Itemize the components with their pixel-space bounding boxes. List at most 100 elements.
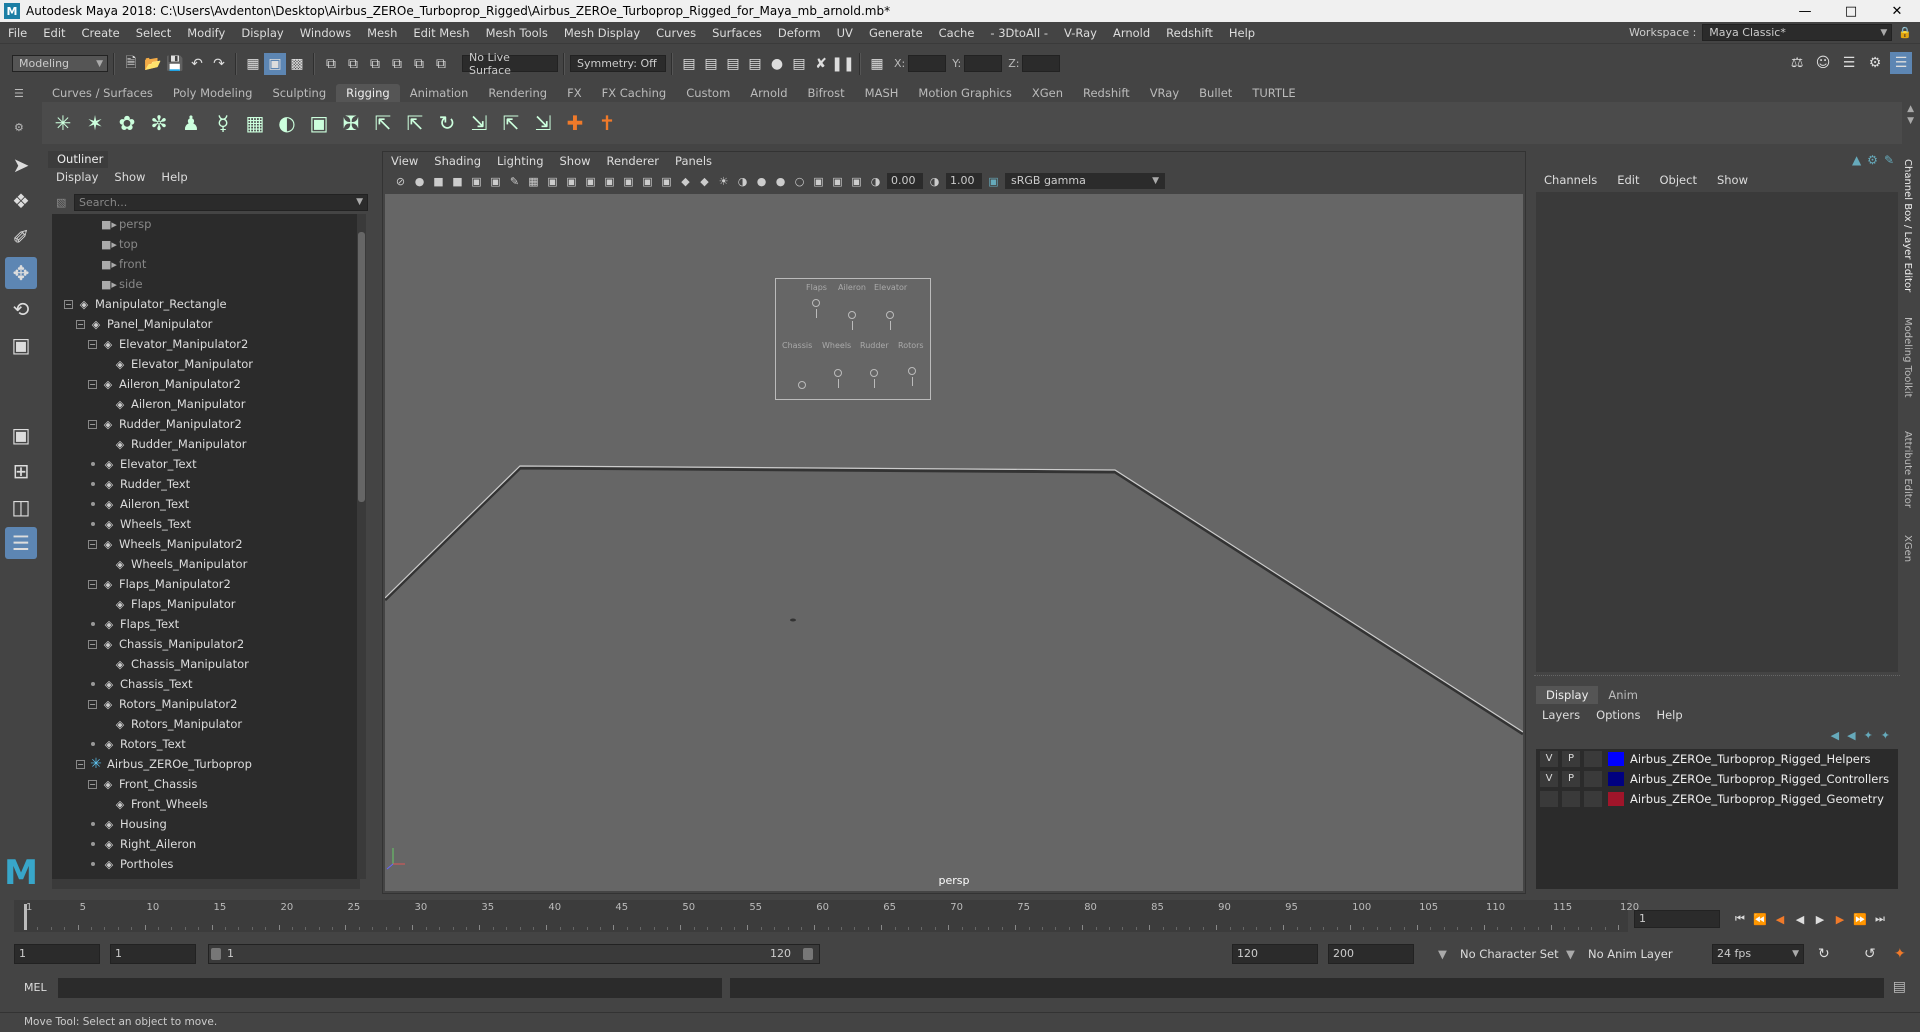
snap-grid-icon[interactable]: ⧉ bbox=[320, 53, 342, 75]
range-start-handle[interactable] bbox=[211, 948, 221, 960]
quick-rig-icon[interactable]: ♟ bbox=[178, 108, 204, 138]
side-tab-modeling-toolkit[interactable]: Modeling Toolkit bbox=[1902, 317, 1913, 398]
menuset-dropdown[interactable]: Modeling ▼ bbox=[12, 55, 108, 72]
shelf-settings-icon[interactable]: ⚙ bbox=[14, 121, 24, 134]
snap-curve-icon[interactable]: ⧉ bbox=[342, 53, 364, 75]
playback-start-field[interactable]: 1 bbox=[110, 944, 196, 964]
loop-icon[interactable]: ↻ bbox=[1818, 944, 1830, 964]
layer-menu-options[interactable]: Options bbox=[1588, 706, 1648, 724]
outliner-node[interactable]: ◈ Flaps_Manipulator bbox=[52, 594, 360, 614]
chevron-down-icon[interactable]: ▼ bbox=[356, 195, 363, 210]
paint-select-icon[interactable]: ✐ bbox=[5, 221, 37, 253]
lasso-tool-icon[interactable]: ❖ bbox=[5, 185, 37, 217]
maximize-button[interactable]: □ bbox=[1828, 0, 1874, 22]
outliner-node[interactable]: − ◈ Panel_Manipulator bbox=[52, 314, 360, 334]
viewport-menu-renderer[interactable]: Renderer bbox=[599, 152, 668, 170]
camera-attributes-icon[interactable]: ● bbox=[412, 174, 427, 189]
outliner-node[interactable]: ◈ Flaps_Text bbox=[52, 614, 360, 634]
outliner-node[interactable]: ◈ Right_Aileron bbox=[52, 834, 360, 854]
orient-constraint-icon[interactable]: ↻ bbox=[434, 108, 460, 138]
collapse-toggle-icon[interactable]: − bbox=[88, 379, 97, 389]
outliner-node[interactable]: ◈ Rotors_Text bbox=[52, 734, 360, 754]
manipulator-panel[interactable]: Flaps Aileron Elevator Chassis Wheels Ru… bbox=[775, 278, 931, 400]
aim-constraint-icon[interactable]: ⇱ bbox=[402, 108, 428, 138]
x-coordinate[interactable]: X: bbox=[894, 55, 947, 72]
select-component-icon[interactable]: ▩ bbox=[286, 53, 308, 75]
snap-surface-icon[interactable]: ⧉ bbox=[408, 53, 430, 75]
render-view-icon[interactable]: ▤ bbox=[678, 53, 700, 75]
shelf-tab-redshift[interactable]: Redshift bbox=[1073, 84, 1140, 102]
menu-curves[interactable]: Curves bbox=[648, 26, 704, 40]
shelf-tab-fx-caching[interactable]: FX Caching bbox=[592, 84, 677, 102]
side-tab-attribute-editor[interactable]: Attribute Editor bbox=[1902, 431, 1913, 508]
menu-mesh[interactable]: Mesh bbox=[359, 26, 405, 40]
shelf-tab-bullet[interactable]: Bullet bbox=[1189, 84, 1242, 102]
elevator-control-knob[interactable] bbox=[886, 311, 894, 319]
image-plane-icon[interactable]: ▣ bbox=[469, 174, 484, 189]
z-field[interactable] bbox=[1022, 55, 1061, 72]
fps-dropdown[interactable]: 24 fps ▼ bbox=[1712, 944, 1804, 964]
move-layer-up-icon[interactable]: ◀ bbox=[1831, 729, 1839, 742]
outliner-node[interactable]: ◈ Rudder_Text bbox=[52, 474, 360, 494]
layer-playback-toggle[interactable] bbox=[1562, 791, 1580, 807]
grid-icon[interactable]: ▦ bbox=[526, 174, 541, 189]
menu-windows[interactable]: Windows bbox=[292, 26, 359, 40]
layer-visibility-toggle[interactable]: V bbox=[1540, 771, 1558, 787]
outliner-node[interactable]: ◈ Front_Wheels bbox=[52, 794, 360, 814]
outliner-node[interactable]: − ◈ Wheels_Manipulator2 bbox=[52, 534, 360, 554]
menu-create[interactable]: Create bbox=[74, 26, 128, 40]
step-back-frame-icon[interactable]: ◀ bbox=[1770, 910, 1790, 928]
z-coordinate[interactable]: Z: bbox=[1008, 55, 1061, 72]
shelf-tab-custom[interactable]: Custom bbox=[676, 84, 740, 102]
outliner-horizontal-scrollbar[interactable] bbox=[52, 879, 360, 889]
outliner-node[interactable]: − ◈ Flaps_Manipulator2 bbox=[52, 574, 360, 594]
motion-blur-icon[interactable]: ● bbox=[773, 174, 788, 189]
channel-box-settings-icon[interactable]: ⚙ bbox=[1867, 153, 1878, 167]
outliner-node[interactable]: − ◈ Front_Chassis bbox=[52, 774, 360, 794]
viewport-menu-shading[interactable]: Shading bbox=[426, 152, 489, 170]
save-scene-icon[interactable]: 💾 bbox=[164, 53, 186, 75]
panel-splitter[interactable] bbox=[1534, 675, 1900, 681]
collapse-toggle-icon[interactable]: − bbox=[88, 339, 97, 349]
chevron-down-icon[interactable]: ▼ bbox=[1566, 944, 1575, 964]
render-settings-icon[interactable]: ▤ bbox=[744, 53, 766, 75]
gamma-icon[interactable]: ◑ bbox=[927, 174, 942, 189]
flaps-control-knob[interactable] bbox=[812, 299, 820, 307]
close-button[interactable]: ✕ bbox=[1874, 0, 1920, 22]
layer-playback-toggle[interactable]: P bbox=[1562, 751, 1580, 767]
snap-point-icon[interactable]: ⧉ bbox=[364, 53, 386, 75]
outliner-menu-display[interactable]: Display bbox=[48, 168, 106, 186]
shelf-scroll-arrows-icon[interactable]: ▲ ▼ bbox=[1907, 103, 1914, 127]
humanik-icon[interactable]: ☿ bbox=[210, 108, 236, 138]
exposure-field[interactable]: 0.00 bbox=[887, 173, 923, 189]
collapse-toggle-icon[interactable]: − bbox=[88, 699, 97, 709]
redo-icon[interactable]: ↷ bbox=[208, 53, 230, 75]
menu-edit[interactable]: Edit bbox=[35, 26, 73, 40]
move-layer-down-icon[interactable]: ◀ bbox=[1847, 729, 1855, 742]
channel-box-edit-icon[interactable]: ✎ bbox=[1884, 153, 1894, 167]
shelf-tab-sculpting[interactable]: Sculpting bbox=[262, 84, 336, 102]
custom-tool-icon[interactable]: ✝ bbox=[594, 108, 620, 138]
collapse-toggle-icon[interactable]: − bbox=[88, 779, 97, 789]
ipr-render-icon[interactable]: ▤ bbox=[722, 53, 744, 75]
outliner-node[interactable]: ◈ Wheels_Text bbox=[52, 514, 360, 534]
menu-cache[interactable]: Cache bbox=[931, 26, 983, 40]
outliner-node[interactable]: ◈ Elevator_Manipulator bbox=[52, 354, 360, 374]
time-slider[interactable]: 1 5 10 15 20 25 30 35 40 45 50 55 60 65 70 75 80 85 90 95 10… bbox=[14, 900, 1639, 932]
outliner-menu-help[interactable]: Help bbox=[153, 168, 195, 186]
menu-select[interactable]: Select bbox=[128, 26, 179, 40]
color-space-dropdown[interactable]: sRGB gamma ▼ bbox=[1005, 173, 1165, 189]
play-forwards-icon[interactable]: ▶ bbox=[1810, 910, 1830, 928]
character-controls-icon[interactable]: ☺ bbox=[1812, 52, 1834, 74]
anti-aliasing-icon[interactable]: ○ bbox=[792, 174, 807, 189]
step-forward-frame-icon[interactable]: ▶ bbox=[1830, 910, 1850, 928]
shelf-tab-fx[interactable]: FX bbox=[557, 84, 592, 102]
pause-viewport-icon[interactable]: ❚❚ bbox=[831, 53, 854, 75]
rotate-tool-icon[interactable]: ⟲ bbox=[5, 293, 37, 325]
modeling-toolkit-icon[interactable]: ⚖ bbox=[1786, 52, 1808, 74]
gamma-field[interactable]: 1.00 bbox=[946, 173, 982, 189]
outliner-node[interactable]: ◈ Aileron_Text bbox=[52, 494, 360, 514]
go-to-start-icon[interactable]: ⏮ bbox=[1730, 910, 1750, 928]
collapse-toggle-icon[interactable]: − bbox=[88, 539, 97, 549]
current-time-indicator[interactable] bbox=[24, 904, 27, 930]
